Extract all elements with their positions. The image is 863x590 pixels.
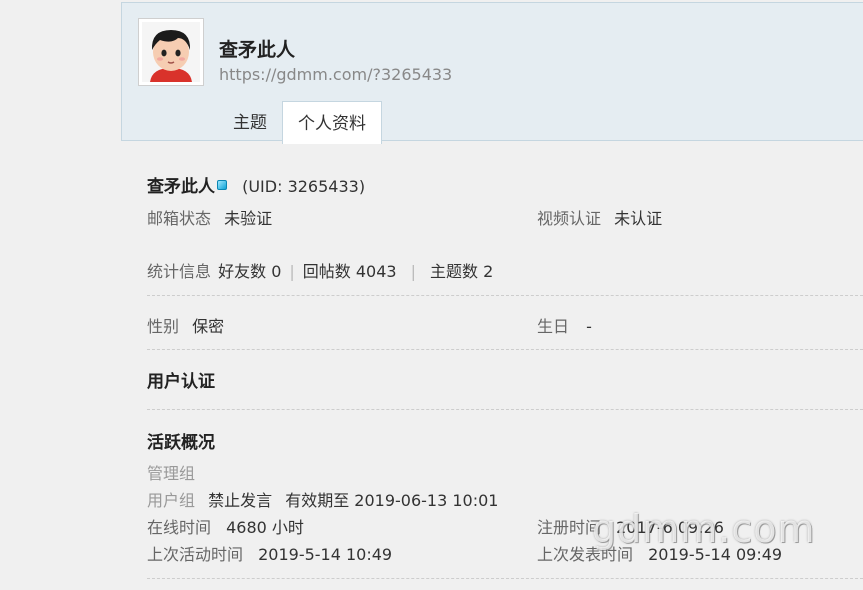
stats-row: 统计信息 好友数 0 | 回帖数 4043 | 主题数 2: [147, 258, 493, 282]
birthday-value: -: [586, 317, 592, 336]
online-time-label: 在线时间: [147, 518, 212, 537]
last-active-value: 2019-5-14 10:49: [258, 545, 393, 564]
replies-count[interactable]: 回帖数 4043: [303, 262, 397, 281]
video-auth-row: 视频认证 未认证: [537, 205, 662, 229]
space-url[interactable]: https://gdmm.com/?3265433: [219, 65, 452, 84]
admin-group-label: 管理组: [147, 464, 196, 483]
profile-header: 查矛此人 https://gdmm.com/?3265433 主题 个人资料: [121, 2, 863, 144]
admin-group-row: 管理组: [147, 460, 195, 484]
video-auth-value: 未认证: [614, 209, 663, 228]
profile-name-row: 查矛此人 (UID: 3265433): [147, 172, 365, 197]
avatar[interactable]: [138, 18, 204, 86]
gender-row: 性别 保密: [147, 313, 224, 337]
avatar-image: [142, 22, 200, 82]
threads-count[interactable]: 主题数 2: [430, 262, 493, 281]
online-gem-icon: [217, 180, 227, 190]
section-divider: [147, 409, 863, 410]
online-time-value: 4680 小时: [226, 518, 304, 537]
divider-pipe: |: [410, 262, 416, 281]
avatar-cartoon-icon: [142, 22, 200, 82]
user-group-value[interactable]: 禁止发言: [208, 491, 272, 510]
valid-until: 有效期至 2019-06-13 10:01: [285, 491, 499, 510]
friends-count[interactable]: 好友数 0: [218, 262, 281, 281]
birthday-row: 生日 -: [537, 313, 592, 337]
video-auth-label: 视频认证: [537, 209, 602, 228]
gender-label: 性别: [147, 317, 180, 336]
tab-profile[interactable]: 个人资料: [282, 101, 382, 144]
profile-tabs: 主题 个人资料: [218, 101, 382, 144]
online-time-row: 在线时间 4680 小时: [147, 514, 304, 538]
header-username: 查矛此人: [219, 39, 296, 61]
activity-title: 活跃概况: [147, 433, 215, 453]
gender-value: 保密: [192, 317, 225, 336]
user-auth-title: 用户认证: [147, 372, 215, 392]
section-divider: [147, 349, 863, 350]
divider-pipe: |: [289, 262, 295, 281]
section-divider: [147, 578, 863, 579]
last-active-label: 上次活动时间: [147, 545, 244, 564]
birthday-label: 生日: [537, 317, 570, 336]
last-active-row: 上次活动时间 2019-5-14 10:49: [147, 541, 392, 565]
user-group-row: 用户组 禁止发言 有效期至 2019-06-13 10:01: [147, 487, 499, 511]
email-status-value: 未验证: [224, 209, 273, 228]
section-divider: [147, 295, 863, 296]
tab-threads[interactable]: 主题: [218, 101, 282, 142]
email-status-label: 邮箱状态: [147, 209, 212, 228]
watermark-logo: gdmm.com: [592, 507, 816, 551]
profile-name: 查矛此人: [147, 177, 215, 197]
stats-label: 统计信息: [147, 262, 212, 281]
uid-text: (UID: 3265433): [242, 177, 366, 196]
email-status-row: 邮箱状态 未验证: [147, 205, 272, 229]
user-group-label: 用户组: [147, 491, 196, 510]
